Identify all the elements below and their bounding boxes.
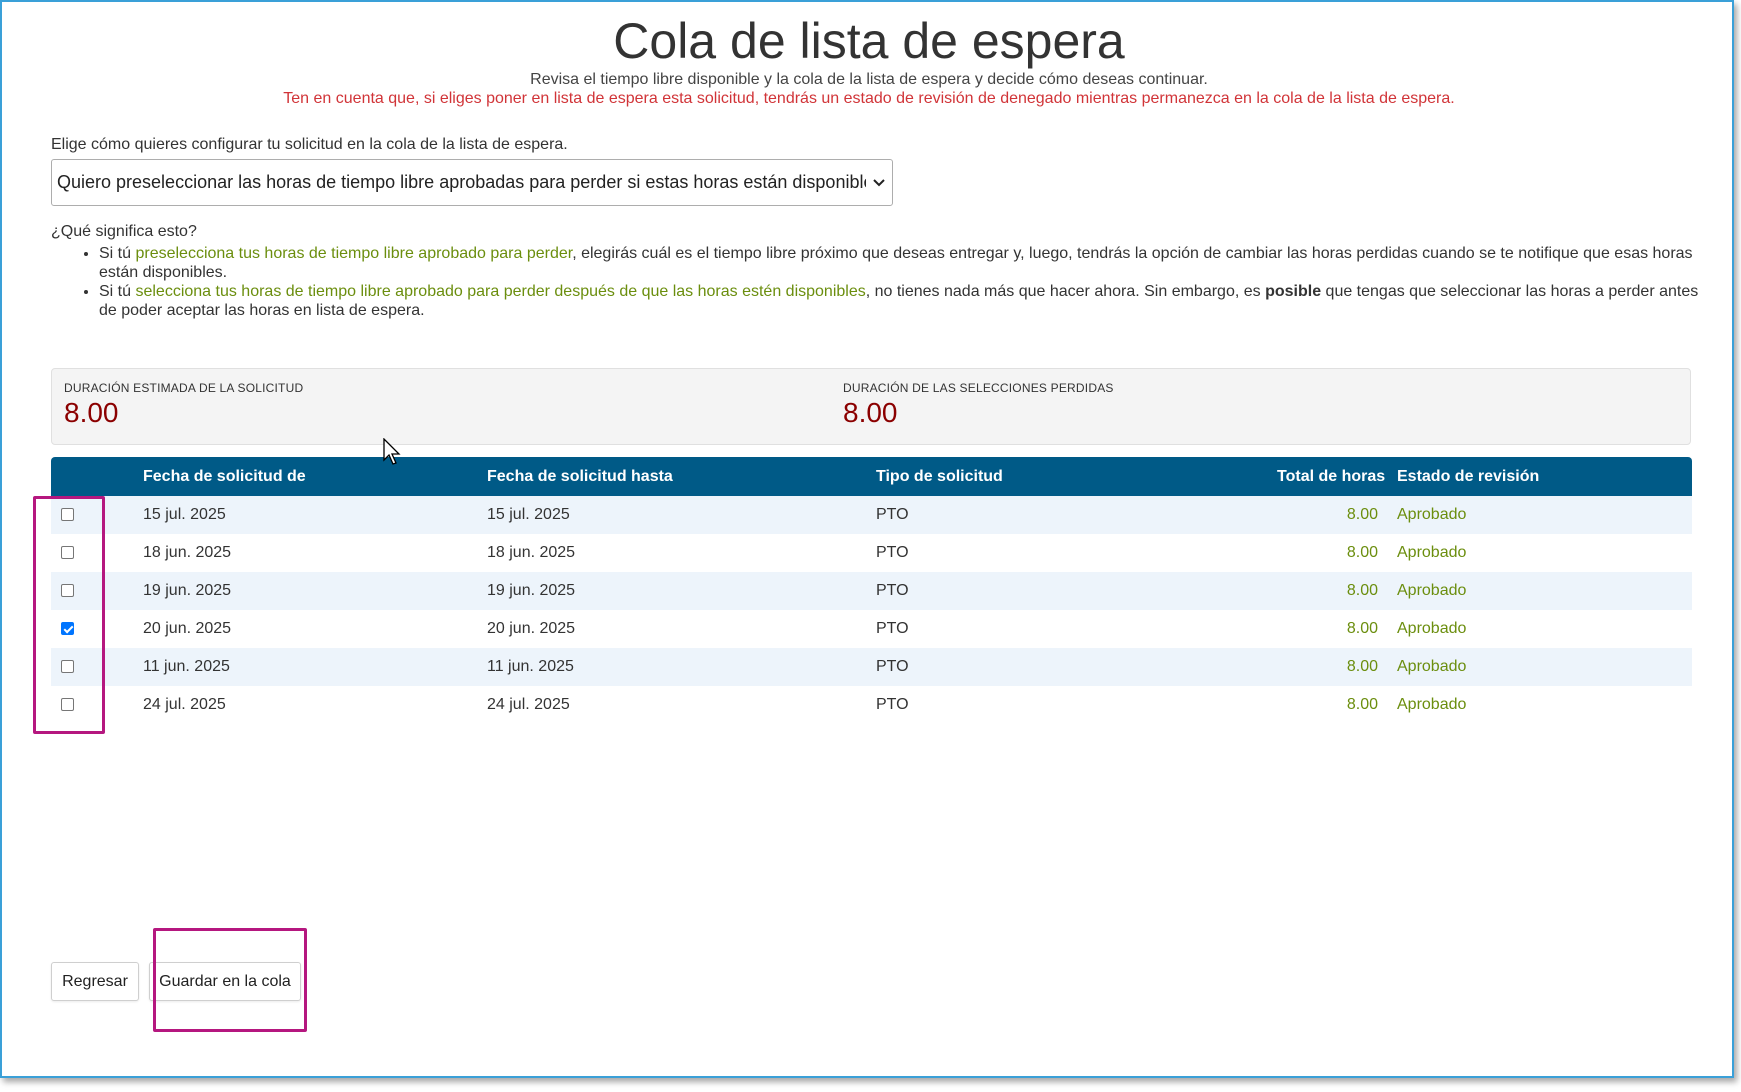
cell-type: PTO [876,506,909,523]
cell-status: Aprobado [1397,582,1467,599]
save-highlight-box [153,928,307,1032]
page-subtitle: Revisa el tiempo libre disponible y la c… [530,71,1208,88]
table-row: 24 jul. 2025 24 jul. 2025 PTO 8.00 Aprobado [51,686,1692,724]
cell-type: PTO [876,658,909,675]
cell-status: Aprobado [1397,620,1467,637]
waitlist-warning: Ten en cuenta que, si eliges poner en li… [283,90,1455,107]
table-row: 18 jun. 2025 18 jun. 2025 PTO 8.00 Aprobado [51,534,1692,572]
page-title: Cola de lista de espera [613,13,1125,69]
cell-type: PTO [876,544,909,561]
cell-to: 24 jul. 2025 [487,696,570,713]
header-to[interactable]: Fecha de solicitud hasta [487,457,673,496]
header-type[interactable]: Tipo de solicitud [876,457,1003,496]
help-bold: posible [1265,283,1322,300]
cell-to: 15 jul. 2025 [487,506,570,523]
table-row: 19 jun. 2025 19 jun. 2025 PTO 8.00 Aprobado [51,572,1692,610]
forfeit-duration: DURACIÓN DE LAS SELECCIONES PERDIDAS 8.0… [843,381,1114,429]
back-button[interactable]: Regresar [51,962,139,1001]
help-title: ¿Qué significa esto? [51,223,197,240]
cell-hours: 8.00 [1346,582,1378,599]
cell-to: 11 jun. 2025 [487,658,574,675]
cell-from: 18 jun. 2025 [143,544,232,561]
cell-hours: 8.00 [1346,620,1378,637]
checkbox-highlight-box [33,496,105,734]
cell-status: Aprobado [1397,658,1467,675]
header-status[interactable]: Estado de revisión [1397,457,1539,496]
summary-panel: DURACIÓN ESTIMADA DE LA SOLICITUD 8.00 D… [51,368,1691,445]
cell-status: Aprobado [1397,544,1467,561]
table-row: 11 jun. 2025 11 jun. 2025 PTO 8.00 Aprobado [51,648,1692,686]
help-highlight: preselecciona tus horas de tiempo libre … [135,245,573,262]
help-text: Si tú [99,283,136,300]
help-item-select-later: Si tú selecciona tus horas de tiempo lib… [99,282,1699,320]
help-list: Si tú preselecciona tus horas de tiempo … [82,244,1699,320]
request-table-body: 15 jul. 2025 15 jul. 2025 PTO 8.00 Aprobado 1… [51,496,1692,724]
cell-hours: 8.00 [1346,658,1378,675]
cell-hours: 8.00 [1346,696,1378,713]
cell-hours: 8.00 [1346,544,1378,561]
cell-to: 18 jun. 2025 [487,544,576,561]
chevron-down-icon [866,173,892,193]
config-label: Elige cómo quieres configurar tu solicit… [51,136,568,153]
table-row: 15 jul. 2025 15 jul. 2025 PTO 8.00 Aprobado [51,496,1692,534]
help-item-preselect: Si tú preselecciona tus horas de tiempo … [99,244,1699,282]
cell-from: 20 jun. 2025 [143,620,232,637]
header-hours[interactable]: Total de horas [1277,457,1385,496]
help-highlight: selecciona tus horas de tiempo libre apr… [135,283,866,300]
waitlist-config-select[interactable]: Quiero preseleccionar las horas de tiemp… [51,159,893,206]
forfeit-duration-value: 8.00 [843,397,898,428]
cell-to: 20 jun. 2025 [487,620,576,637]
cell-from: 15 jul. 2025 [143,506,226,523]
app-window: Cola de lista de espera Revisa el tiempo… [0,0,1734,1078]
cell-from: 24 jul. 2025 [143,696,226,713]
help-text: , no tienes nada más que hacer ahora. Si… [865,283,1266,300]
cell-type: PTO [876,620,909,637]
cell-type: PTO [876,582,909,599]
forfeit-duration-label: DURACIÓN DE LAS SELECCIONES PERDIDAS [843,381,1114,395]
table-header: Fecha de solicitud de Fecha de solicitud… [51,457,1692,496]
mouse-cursor-icon [383,437,403,471]
table-row: 20 jun. 2025 20 jun. 2025 PTO 8.00 Aprobado [51,610,1692,648]
cell-type: PTO [876,696,909,713]
cell-from: 19 jun. 2025 [143,582,232,599]
cell-hours: 8.00 [1346,506,1378,523]
cell-status: Aprobado [1397,506,1467,523]
cell-to: 19 jun. 2025 [487,582,576,599]
select-value: Quiero preseleccionar las horas de tiemp… [57,172,866,192]
header-from[interactable]: Fecha de solicitud de [143,457,306,496]
estimated-duration-label: DURACIÓN ESTIMADA DE LA SOLICITUD [64,381,304,395]
estimated-duration-value: 8.00 [64,397,119,428]
cell-status: Aprobado [1397,696,1467,713]
estimated-duration: DURACIÓN ESTIMADA DE LA SOLICITUD 8.00 [64,381,303,429]
help-text: Si tú [99,245,136,262]
cell-from: 11 jun. 2025 [143,658,230,675]
